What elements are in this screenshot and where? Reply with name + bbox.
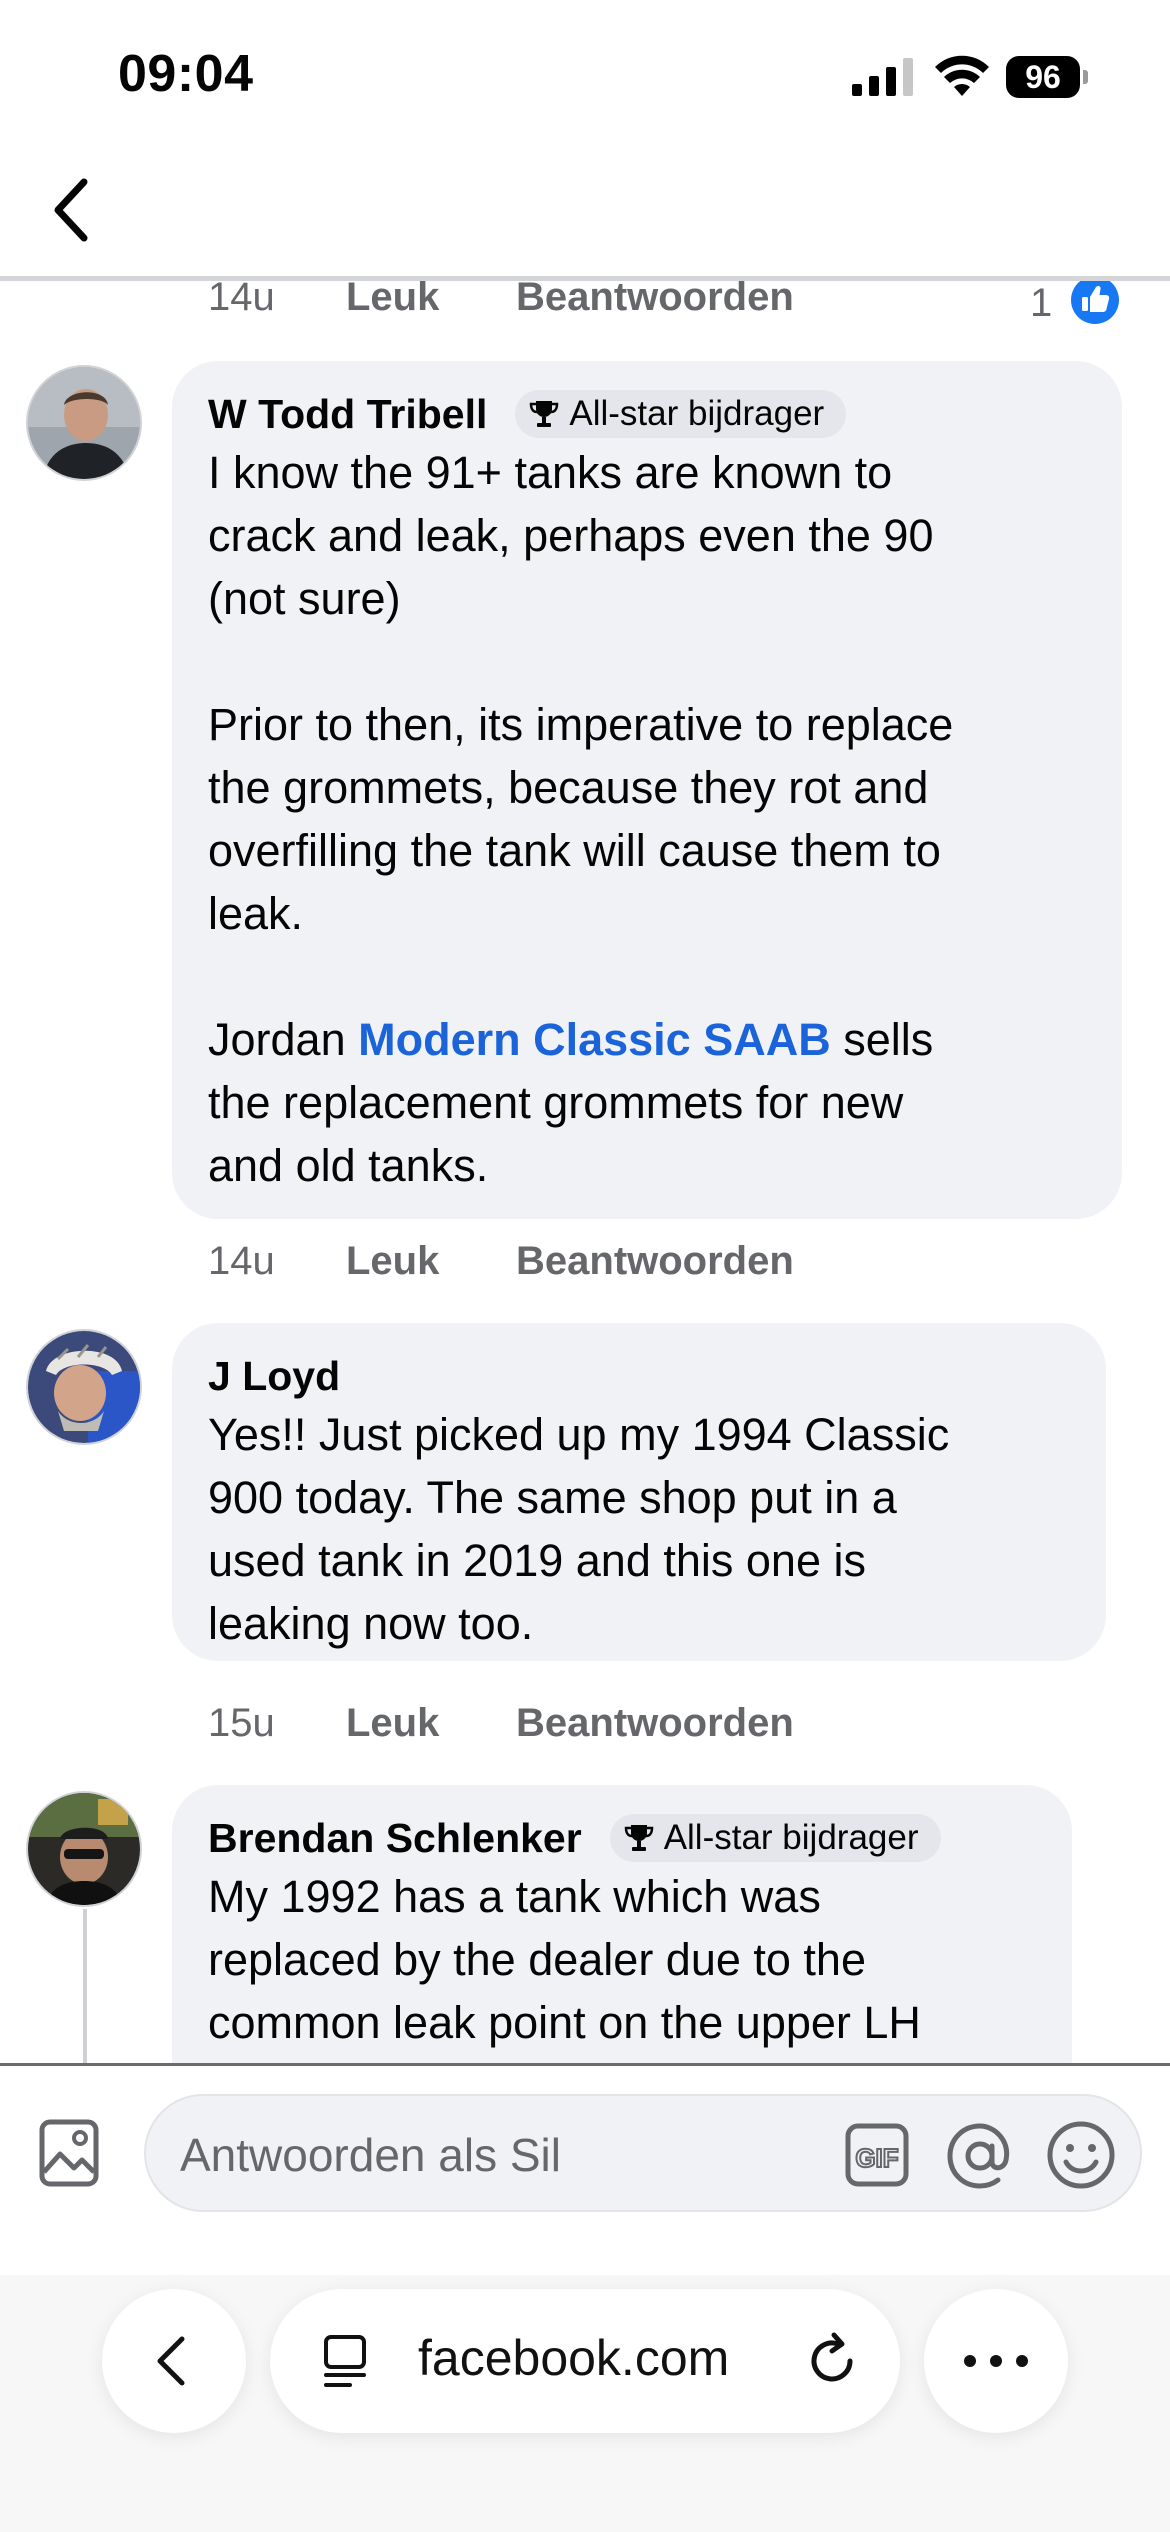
- comment-author[interactable]: W Todd Tribell: [208, 391, 487, 438]
- like-button[interactable]: Leuk: [346, 1701, 516, 1746]
- more-dots-icon: [964, 2355, 1028, 2367]
- reply-button[interactable]: Beantwoorden: [516, 281, 794, 320]
- back-arrow-icon[interactable]: [44, 174, 100, 246]
- comment-time: 14u: [208, 281, 275, 319]
- mention-icon[interactable]: [944, 2120, 1016, 2192]
- like-button[interactable]: Leuk: [346, 281, 516, 320]
- avatar[interactable]: [26, 1791, 142, 1907]
- status-bar: 09:04 96: [0, 0, 1170, 150]
- comment-text: My 1992 has a tank which was replaced by…: [208, 1871, 921, 2048]
- reply-button[interactable]: Beantwoorden: [516, 1701, 794, 1746]
- badge-label: All-star bijdrager: [569, 394, 825, 433]
- thread-line: [83, 1909, 87, 2063]
- status-time: 09:04: [118, 45, 254, 103]
- reload-icon[interactable]: [802, 2331, 862, 2391]
- wifi-icon: [935, 55, 989, 96]
- comment-time: 14u: [208, 1239, 275, 1283]
- comment-author[interactable]: J Loyd: [208, 1353, 340, 1400]
- reply-composer: Antwoorden als Sil GIF: [0, 2063, 1170, 2278]
- comment-bubble: J Loyd Yes!! Just picked up my 1994 Clas…: [172, 1323, 1106, 1661]
- browser-back-button[interactable]: [102, 2289, 246, 2433]
- comment-meta-row: 15u Leuk Beantwoorden: [208, 1701, 794, 1746]
- reply-button[interactable]: Beantwoorden: [516, 1239, 794, 1284]
- like-button[interactable]: Leuk: [346, 1239, 516, 1284]
- more-options-button[interactable]: [924, 2289, 1068, 2433]
- page-menu-icon[interactable]: [320, 2333, 370, 2389]
- comment-bubble: Brendan Schlenker All-star bijdrager My …: [172, 1785, 1072, 2063]
- header-bar: [0, 150, 1170, 281]
- comment-author[interactable]: Brendan Schlenker: [208, 1815, 582, 1862]
- chevron-left-icon: [157, 2336, 185, 2386]
- comment-text: Yes!! Just picked up my 1994 Classic 900…: [208, 1409, 950, 1649]
- battery-icon: 96: [1006, 56, 1090, 98]
- comment-bubble: W Todd Tribell All-star bijdrager I know…: [172, 361, 1122, 1219]
- mentioned-page-link[interactable]: Modern Classic SAAB: [358, 1014, 831, 1065]
- comment-meta-row: 14u Leuk Beantwoorden: [208, 1239, 794, 1284]
- comment-meta-row: 14u Leuk Beantwoorden: [208, 281, 794, 320]
- battery-level: 96: [1006, 56, 1080, 98]
- reaction-count: 1: [1030, 281, 1053, 325]
- url-text: facebook.com: [418, 2330, 730, 2386]
- reply-placeholder: Antwoorden als Sil: [180, 2129, 561, 2181]
- trophy-icon: [624, 1825, 653, 1851]
- gif-icon[interactable]: GIF: [844, 2122, 910, 2188]
- svg-text:GIF: GIF: [855, 2143, 898, 2173]
- comment-text: I know the 91+ tanks are known to crack …: [208, 447, 954, 1191]
- comment-list: 14u Leuk Beantwoorden 1 W Todd Tribell A…: [0, 281, 1170, 2063]
- avatar[interactable]: [26, 1329, 142, 1445]
- browser-toolbar: facebook.com: [0, 2275, 1170, 2532]
- comment-time: 15u: [208, 1701, 275, 1745]
- avatar[interactable]: [26, 365, 142, 481]
- trophy-icon: [530, 401, 559, 427]
- address-bar[interactable]: facebook.com: [270, 2289, 900, 2433]
- cellular-signal-icon: [852, 58, 913, 96]
- thumbs-up-icon: [1071, 281, 1119, 324]
- photo-icon[interactable]: [38, 2118, 100, 2188]
- all-star-badge: All-star bijdrager: [609, 1814, 941, 1862]
- all-star-badge: All-star bijdrager: [515, 390, 847, 438]
- reply-input[interactable]: Antwoorden als Sil GIF: [144, 2094, 1142, 2212]
- emoji-icon[interactable]: [1046, 2120, 1116, 2190]
- badge-label: All-star bijdrager: [663, 1818, 919, 1857]
